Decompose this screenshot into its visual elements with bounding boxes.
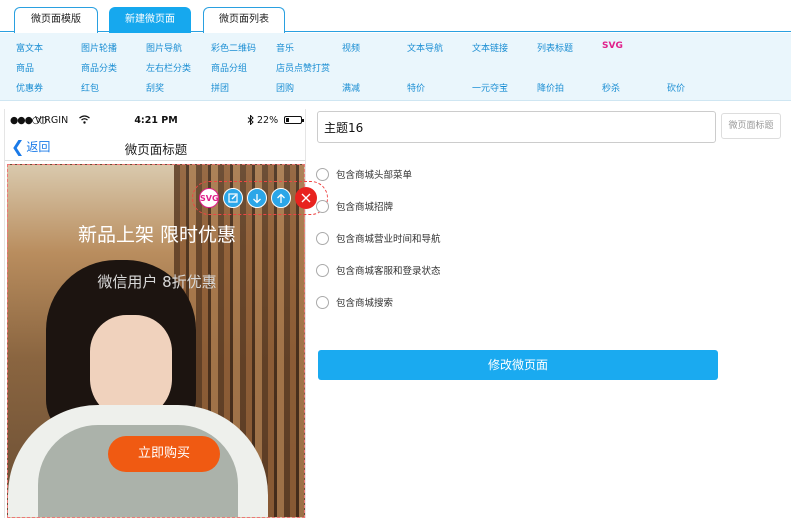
tool-product-group[interactable]: 商品分组 (211, 61, 247, 74)
update-page-button[interactable]: 修改微页面 (318, 350, 718, 380)
tool-price-drop-auction[interactable]: 降价拍 (537, 81, 564, 94)
option-label: 包含商城搜索 (336, 298, 394, 309)
tool-flash-sale[interactable]: 秒杀 (602, 81, 620, 94)
battery-icon (284, 116, 304, 124)
tab-new-page[interactable]: 新建微页面 (109, 7, 191, 33)
close-icon (301, 193, 311, 203)
option-label: 包含商城客服和登录状态 (336, 266, 441, 277)
edit-icon (228, 193, 238, 203)
arrow-up-icon (277, 193, 285, 203)
tab-page-list[interactable]: 微页面列表 (203, 7, 285, 33)
option-service-login[interactable]: 包含商城客服和登录状态 (316, 263, 441, 277)
radio-icon (316, 295, 329, 309)
status-bar: ●●●○○ VIRGIN 4:21 PM 22% (5, 109, 305, 131)
battery-percent: 22% (257, 115, 279, 126)
move-up-button[interactable] (271, 188, 291, 208)
option-label: 包含商城招牌 (336, 202, 394, 213)
edit-button[interactable] (223, 188, 243, 208)
tool-text-nav[interactable]: 文本导航 (407, 41, 443, 54)
option-label: 包含商城营业时间和导航 (336, 234, 441, 245)
radio-icon (316, 231, 329, 245)
tool-group-buy[interactable]: 拼团 (211, 81, 229, 94)
option-search[interactable]: 包含商城搜索 (316, 295, 393, 309)
tool-video[interactable]: 视频 (342, 41, 360, 54)
page-title-input[interactable] (317, 111, 716, 143)
banner-image-module[interactable]: 新品上架 限时优惠 微信用户 8折优惠 立即购买 (7, 164, 305, 518)
tool-svg[interactable]: SVG (602, 41, 623, 51)
tool-two-column-category[interactable]: 左右栏分类 (146, 61, 191, 74)
tool-scratch-card[interactable]: 刮奖 (146, 81, 164, 94)
svg-edit-button[interactable]: SVG (199, 188, 219, 208)
option-store-sign[interactable]: 包含商城招牌 (316, 199, 393, 213)
tool-color-qrcode[interactable]: 彩色二维码 (211, 41, 256, 54)
phone-navbar: ❮ 返回 微页面标题 (5, 131, 305, 161)
option-header-menu[interactable]: 包含商城头部菜单 (316, 167, 412, 181)
tool-product[interactable]: 商品 (16, 61, 34, 74)
option-label: 包含商城头部菜单 (336, 170, 413, 181)
tool-image-nav[interactable]: 图片导航 (146, 41, 182, 54)
banner-headline: 新品上架 限时优惠 (77, 224, 237, 246)
banner-subline: 微信用户 8折优惠 (97, 273, 217, 291)
tool-discount[interactable]: 满减 (342, 81, 360, 94)
move-down-button[interactable] (247, 188, 267, 208)
tool-bargain[interactable]: 砍价 (667, 81, 685, 94)
tool-music[interactable]: 音乐 (276, 41, 294, 54)
tool-coupon[interactable]: 优惠券 (16, 81, 43, 94)
bluetooth-icon (247, 114, 254, 128)
arrow-down-icon (253, 194, 261, 204)
tool-product-category[interactable]: 商品分类 (81, 61, 117, 74)
tool-team-purchase[interactable]: 团购 (276, 81, 294, 94)
buy-now-button[interactable]: 立即购买 (108, 436, 220, 472)
radio-icon (316, 167, 329, 181)
tool-staff-tip[interactable]: 店员点赞打赏 (276, 61, 330, 74)
tool-red-packet[interactable]: 红包 (81, 81, 99, 94)
option-hours-nav[interactable]: 包含商城营业时间和导航 (316, 231, 441, 245)
page-title-hint-button[interactable]: 微页面标题 (721, 113, 781, 139)
page-tabs: 微页面模版 新建微页面 微页面列表 (0, 0, 791, 33)
tool-image-carousel[interactable]: 图片轮播 (81, 41, 117, 54)
delete-button[interactable] (295, 187, 317, 209)
page-title: 微页面标题 (124, 142, 188, 157)
radio-icon (316, 199, 329, 213)
module-control-bar: SVG (192, 181, 328, 215)
radio-icon (316, 263, 329, 277)
tool-one-yuan-lottery[interactable]: 一元夺宝 (472, 81, 508, 94)
tool-rich-text[interactable]: 富文本 (16, 41, 43, 54)
component-toolbar: 富文本 图片轮播 图片导航 彩色二维码 音乐 视频 文本导航 文本链接 列表标题… (0, 33, 791, 101)
tool-text-link[interactable]: 文本链接 (472, 41, 508, 54)
phone-preview: ●●●○○ VIRGIN 4:21 PM 22% ❮ 返回 微页面标题 新品上架 … (4, 109, 306, 518)
tool-list-title[interactable]: 列表标题 (537, 41, 573, 54)
tool-special-price[interactable]: 特价 (407, 81, 425, 94)
battery-level (286, 118, 289, 122)
tab-templates[interactable]: 微页面模版 (14, 7, 98, 33)
